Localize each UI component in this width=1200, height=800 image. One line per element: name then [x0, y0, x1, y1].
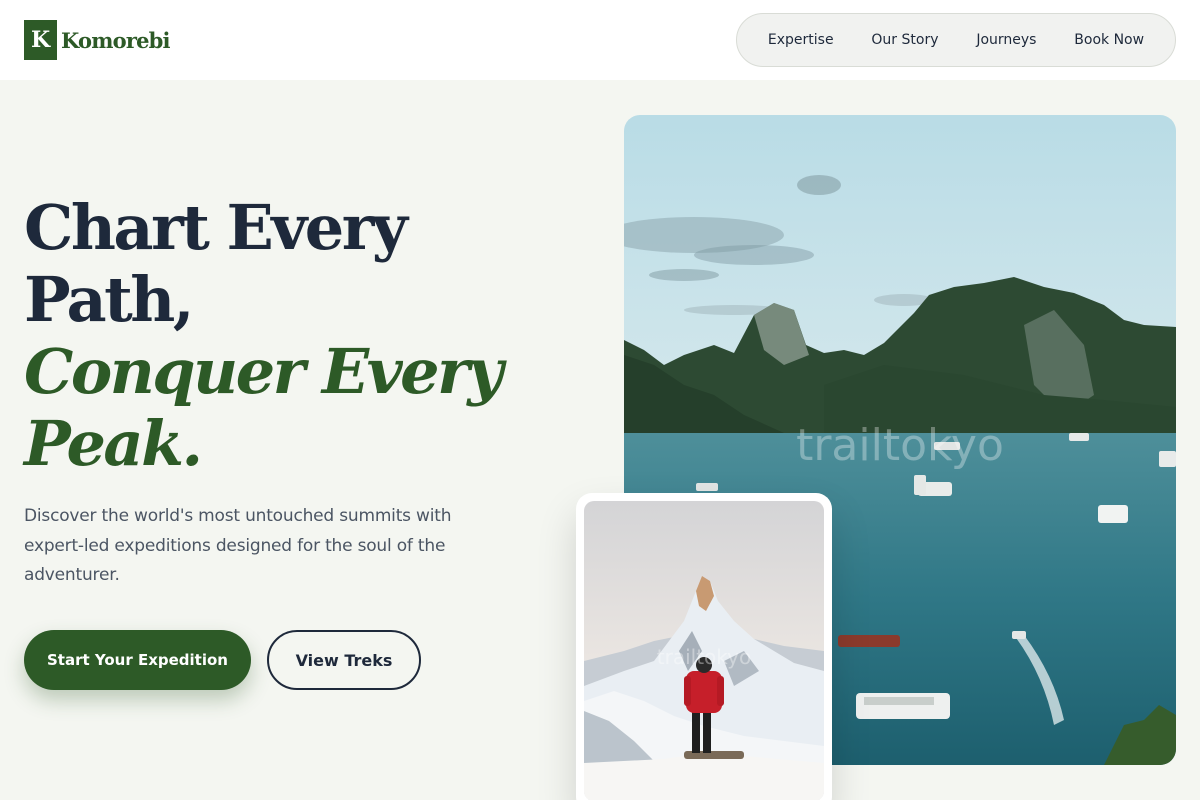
hero-title: Chart Every Path, Conquer Every Peak.	[24, 192, 584, 480]
mountain-climber-image: trailtokyo	[584, 501, 824, 800]
nav-link-expertise[interactable]: Expertise	[760, 26, 842, 54]
start-expedition-button[interactable]: Start Your Expedition	[24, 630, 251, 690]
main-image-watermark: trailtokyo	[796, 420, 1004, 471]
brand-name: Komorebi	[61, 27, 171, 53]
hero-description: Discover the world's most untouched summ…	[24, 506, 452, 585]
hero-title-line-1: Chart Every	[24, 191, 408, 264]
main-nav: Expertise Our Story Journeys Book Now	[736, 13, 1176, 67]
hero-title-line-3: Conquer Every	[24, 335, 503, 408]
nav-link-book-now[interactable]: Book Now	[1066, 26, 1152, 54]
site-header: K Komorebi Expertise Our Story Journeys …	[0, 0, 1200, 80]
hero-title-line-4: Peak.	[24, 407, 203, 480]
logo-mark: K	[24, 20, 57, 60]
small-image-watermark: trailtokyo	[657, 645, 751, 669]
brand-logo[interactable]: K Komorebi	[24, 20, 171, 60]
hero-title-line-2: Path,	[24, 263, 194, 336]
nav-link-our-story[interactable]: Our Story	[863, 26, 946, 54]
view-treks-button[interactable]: View Treks	[267, 630, 421, 690]
nav-link-journeys[interactable]: Journeys	[968, 26, 1044, 54]
mountain-photo-card: trailtokyo	[576, 493, 832, 800]
